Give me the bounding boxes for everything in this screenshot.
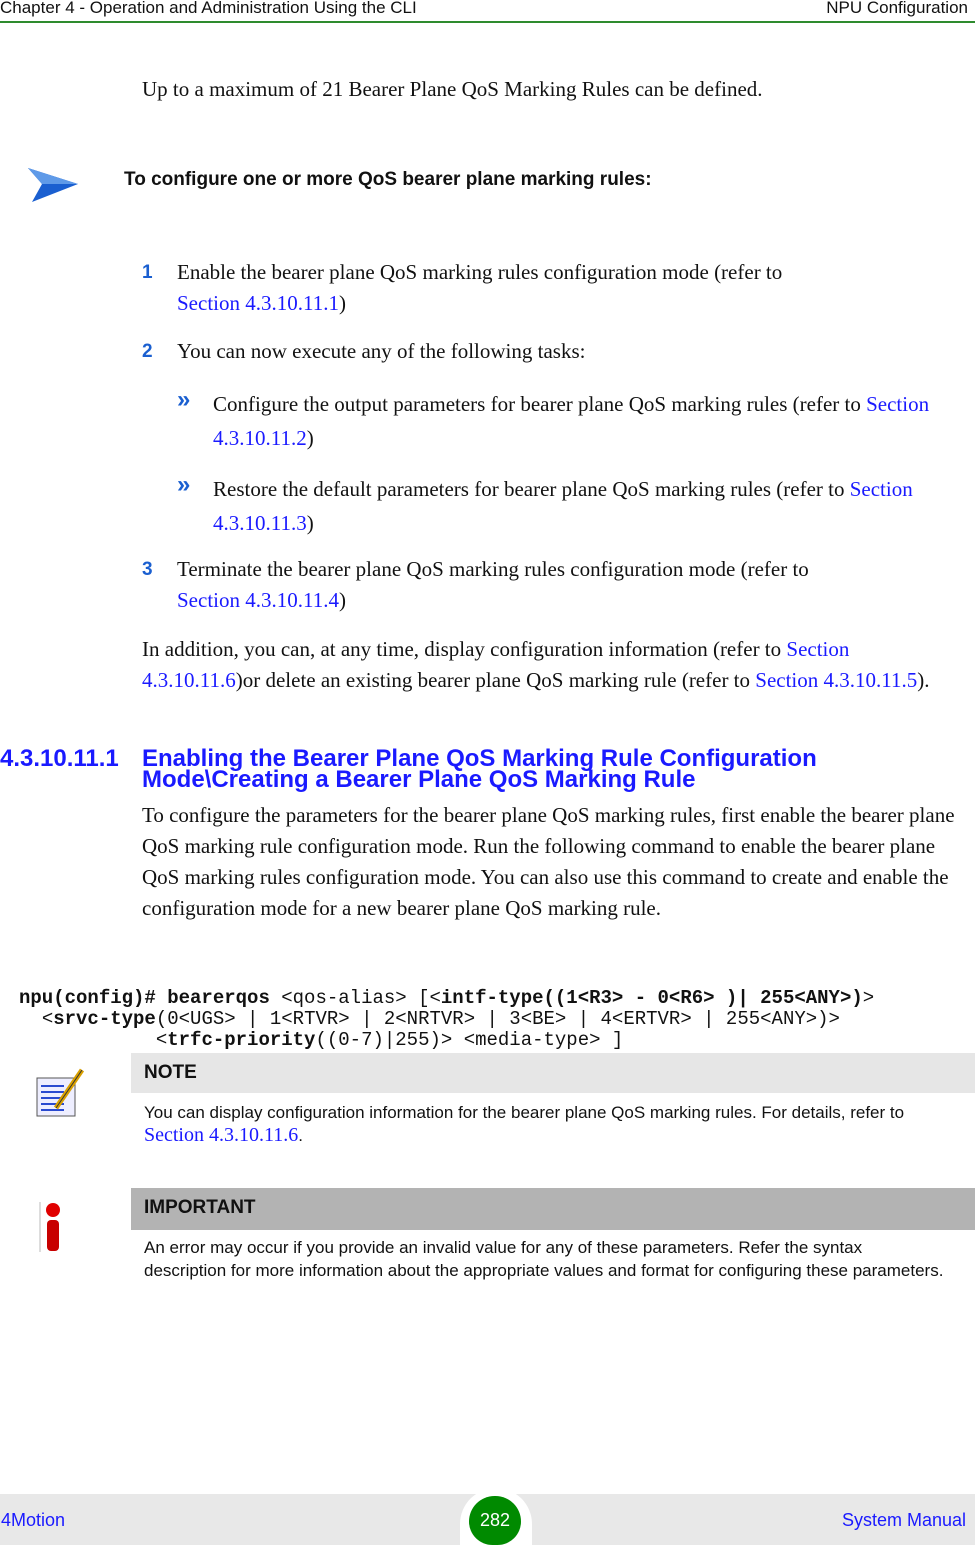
section-body: To configure the parameters for the bear… bbox=[142, 803, 955, 920]
cmd: srvc-type bbox=[53, 1008, 156, 1030]
section-number: 4.3.10.11.1 bbox=[0, 745, 119, 772]
bullet-1: » Configure the output parameters for be… bbox=[177, 386, 975, 455]
bullet-text: Restore the default parameters for beare… bbox=[213, 477, 845, 501]
cmd: (0<UGS> | 1<RTVR> | 2<NRTVR> | 3<BE> | 4… bbox=[155, 1008, 840, 1030]
cmd: < bbox=[155, 1029, 168, 1051]
section-link[interactable]: Section 4.3.10.11.5 bbox=[755, 668, 917, 692]
note-box: NOTE You can display configuration infor… bbox=[131, 1053, 975, 1155]
bullet-text-end: ) bbox=[306, 511, 314, 535]
cmd: <qos-alias> [< bbox=[281, 987, 441, 1009]
step-text: You can now execute any of the following… bbox=[177, 339, 586, 363]
bullet-text-end: ) bbox=[306, 426, 314, 450]
section-title: NPU Configuration bbox=[826, 0, 968, 17]
text: You can display configuration informatio… bbox=[144, 1103, 905, 1122]
step-text-end: ) bbox=[338, 291, 346, 315]
intro-text: Up to a maximum of 21 Bearer Plane QoS M… bbox=[142, 77, 763, 101]
bullet-2: » Restore the default parameters for bea… bbox=[177, 471, 975, 540]
cmd: intf-type((1<R3> - 0<R6> )| 255<ANY>) bbox=[440, 987, 863, 1009]
cmd: trfc-priority bbox=[167, 1029, 316, 1051]
bullet-text: Configure the output parameters for bear… bbox=[213, 392, 861, 416]
step-3: 3 Terminate the bearer plane QoS marking… bbox=[142, 554, 962, 616]
step-2: 2 You can now execute any of the followi… bbox=[142, 336, 942, 367]
note-text: You can display configuration informatio… bbox=[131, 1093, 975, 1155]
important-info-icon bbox=[39, 1202, 60, 1252]
section-link[interactable]: Section 4.3.10.11.1 bbox=[177, 291, 339, 315]
command-syntax: npu(config)# bearerqos <qos-alias> [<int… bbox=[19, 988, 874, 1051]
step-1: 1 Enable the bearer plane QoS marking ru… bbox=[142, 257, 942, 319]
procedure-arrow-icon bbox=[28, 168, 78, 202]
addition-paragraph: In addition, you can, at any time, displ… bbox=[142, 634, 967, 696]
step-text: Terminate the bearer plane QoS marking r… bbox=[177, 557, 809, 581]
note-pencil-icon bbox=[36, 1068, 85, 1117]
text: . bbox=[298, 1126, 303, 1145]
important-text: An error may occur if you provide an inv… bbox=[144, 1238, 944, 1280]
product-name: 4Motion bbox=[1, 1510, 66, 1530]
page-number: 282 bbox=[469, 1496, 521, 1545]
page-footer: 4Motion 282 System Manual bbox=[0, 1488, 975, 1545]
bullet-icon: » bbox=[177, 471, 191, 498]
text: )or delete an existing bearer plane QoS … bbox=[235, 668, 751, 692]
step-number: 1 bbox=[142, 262, 153, 283]
cmd: > bbox=[862, 987, 875, 1009]
section-heading: Enabling the Bearer Plane QoS Marking Ru… bbox=[142, 747, 817, 793]
page-header: Chapter 4 - Operation and Administration… bbox=[0, 0, 975, 23]
step-text-end: ) bbox=[338, 588, 346, 612]
text: In addition, you can, at any time, displ… bbox=[142, 637, 782, 661]
step-number: 2 bbox=[142, 341, 153, 362]
cmd: npu(config)# bearerqos bbox=[19, 987, 282, 1009]
text: ). bbox=[917, 668, 930, 692]
section-link[interactable]: Section 4.3.10.11.6 bbox=[144, 1124, 298, 1146]
step-text: Enable the bearer plane QoS marking rule… bbox=[177, 260, 783, 284]
chapter-title: Chapter 4 - Operation and Administration… bbox=[0, 0, 417, 17]
procedure-title: To configure one or more QoS bearer plan… bbox=[124, 169, 652, 190]
manual-name: System Manual bbox=[841, 1510, 966, 1530]
important-box: IMPORTANT An error may occur if you prov… bbox=[131, 1188, 975, 1288]
heading-line: Mode\Creating a Bearer Plane QoS Marking… bbox=[142, 766, 696, 793]
cmd: ((0-7)|255)> <media-type> ] bbox=[315, 1029, 624, 1051]
important-title: IMPORTANT bbox=[131, 1188, 975, 1230]
section-link[interactable]: Section 4.3.10.11.4 bbox=[177, 588, 339, 612]
bullet-icon: » bbox=[177, 386, 191, 413]
cmd: < bbox=[41, 1008, 54, 1030]
step-number: 3 bbox=[142, 559, 153, 580]
note-title: NOTE bbox=[131, 1053, 975, 1093]
